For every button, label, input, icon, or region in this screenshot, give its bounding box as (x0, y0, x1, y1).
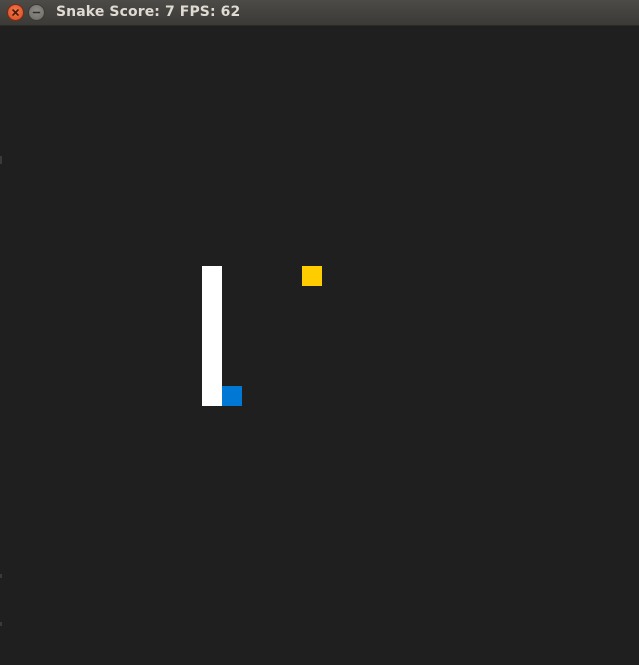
game-board[interactable] (2, 26, 639, 665)
snake-head (222, 386, 242, 406)
minimize-icon (32, 11, 41, 14)
snake-body-segment (202, 266, 222, 286)
game-window: Snake Score: 7 FPS: 62 (0, 0, 639, 665)
close-button[interactable] (7, 4, 24, 21)
snake-body-segment (202, 366, 222, 386)
minimize-button[interactable] (28, 4, 45, 21)
snake-body-segment (202, 386, 222, 406)
snake-body-segment (202, 286, 222, 306)
snake-body-segment (202, 346, 222, 366)
close-icon (12, 9, 19, 16)
title-bar[interactable]: Snake Score: 7 FPS: 62 (0, 0, 639, 26)
snake-body-segment (202, 326, 222, 346)
window-title: Snake Score: 7 FPS: 62 (56, 4, 241, 20)
snake-body-segment (202, 306, 222, 326)
food-pellet (302, 266, 322, 286)
